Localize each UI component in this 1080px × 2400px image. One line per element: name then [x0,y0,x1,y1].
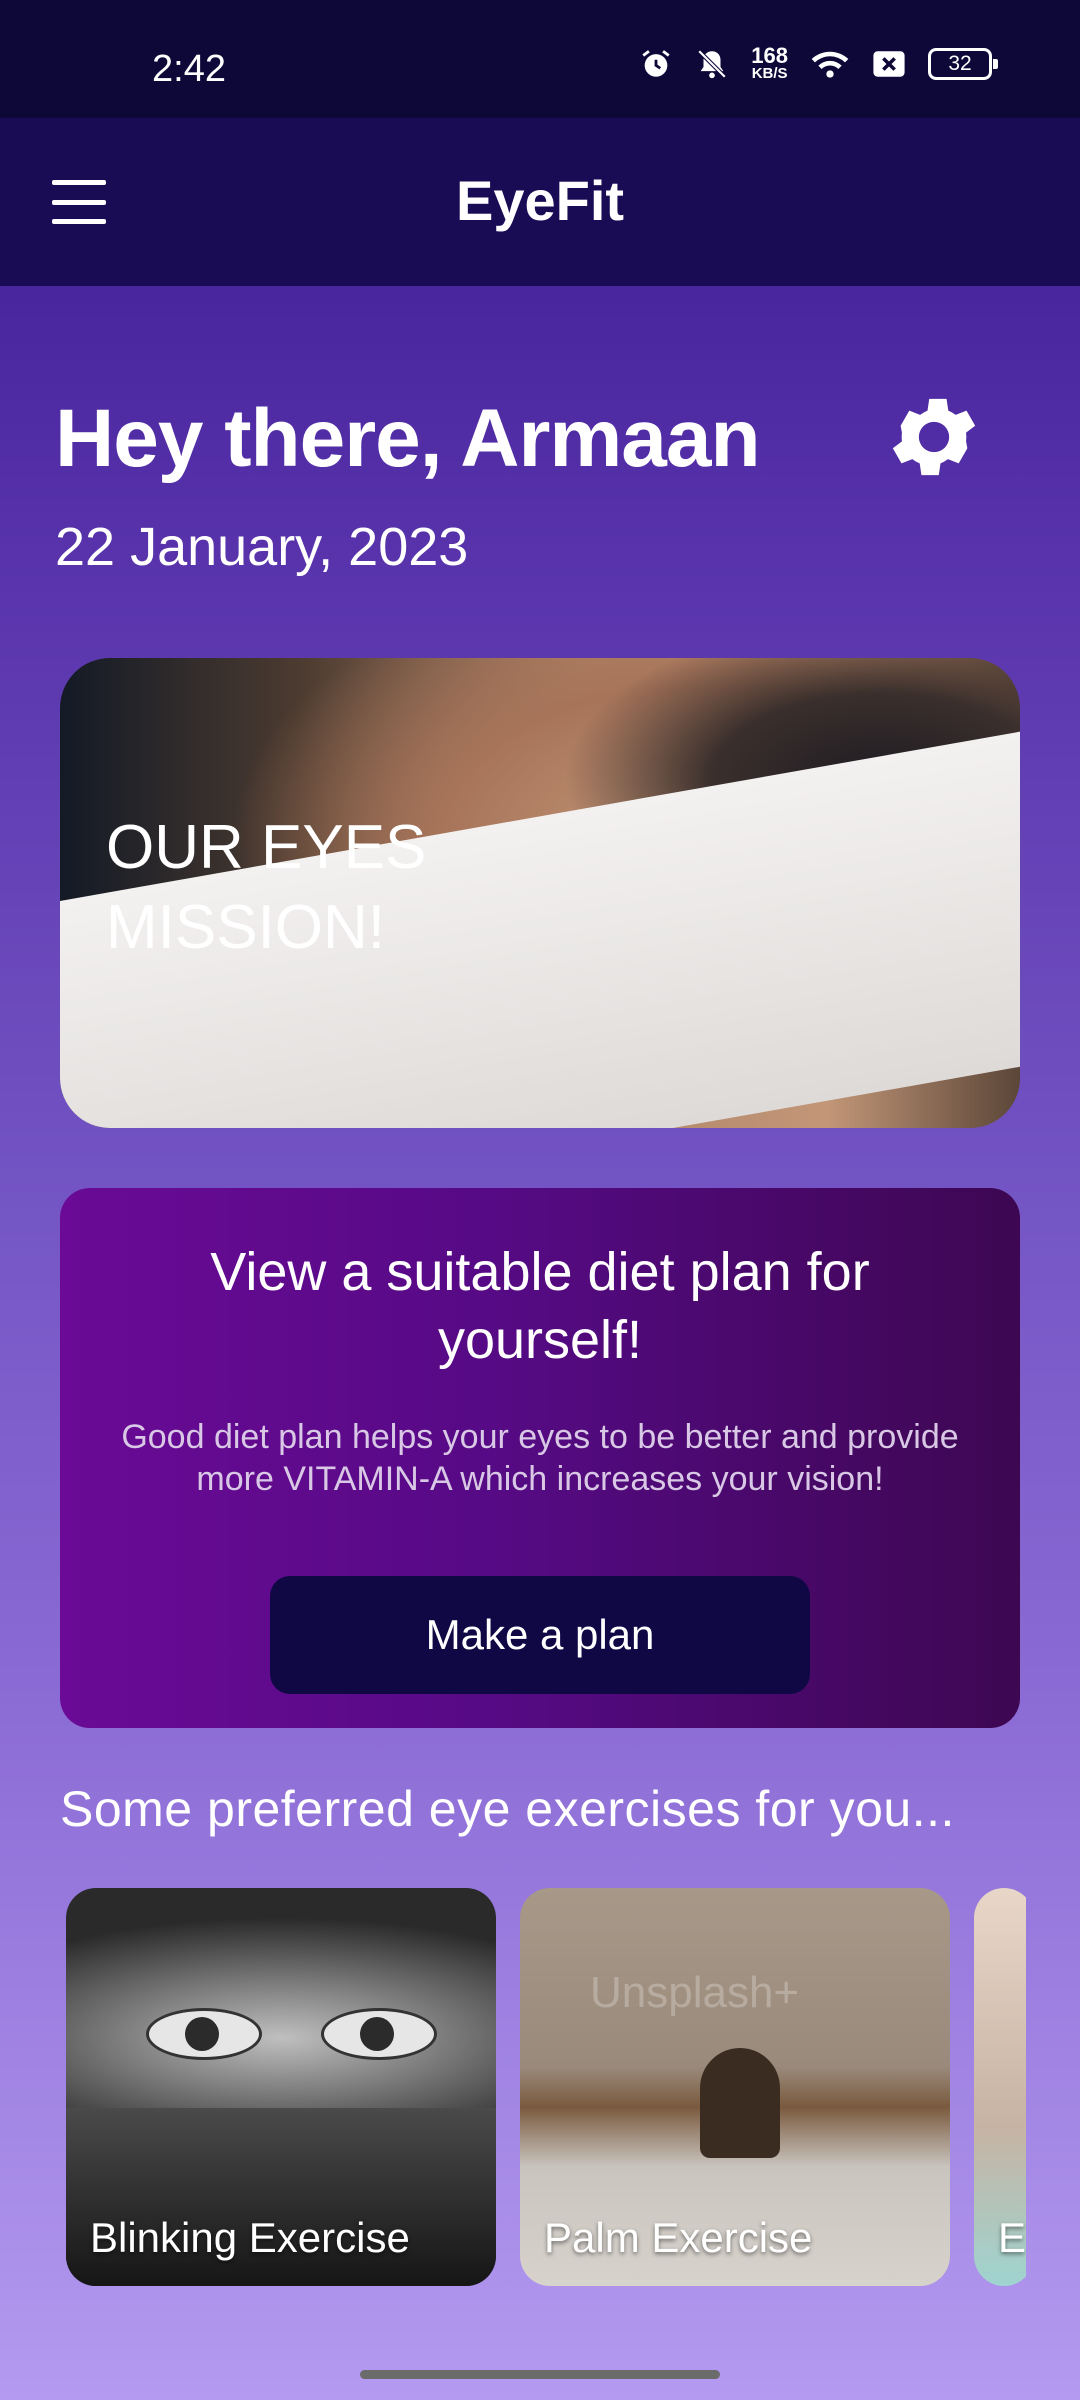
status-time: 2:42 [152,48,226,90]
net-speed-unit: KB/S [751,65,788,82]
person-decoration [700,2048,780,2158]
exercise-carousel[interactable]: Blinking Exercise Unsplash+ Palm Exercis… [66,1888,1026,2288]
eye-decoration [321,2008,437,2060]
exercise-card-blinking[interactable]: Blinking Exercise [66,1888,496,2286]
mute-icon [695,47,729,81]
eyefit-home-screen: 2:42 168 KB/S 32 EyeFit Hey there, Armaa… [0,0,1080,2400]
alarm-icon [639,47,673,81]
exercise-card-label: Palm Exercise [544,2214,813,2261]
net-speed: 168 KB/S [751,43,788,82]
unsplash-watermark: Unsplash+ [590,1968,800,2017]
exercise-card-label: Blinking Exercise [90,2214,410,2261]
battery-level: 32 [948,52,972,75]
app-title: EyeFit [455,169,625,232]
status-icons: 168 KB/S 32 [639,43,998,82]
exercise-card-partial[interactable]: E [974,1888,1026,2286]
banner-title: OUR EYES MISSION! [106,808,426,968]
status-bar: 2:42 168 KB/S 32 [0,0,1080,118]
wifi-icon [810,47,850,81]
eyes-mission-banner[interactable]: OUR EYES MISSION! [60,658,1020,1128]
exercises-section-title: Some preferred eye exercises for you... [60,1781,955,1837]
eye-decoration [146,2008,262,2060]
exercise-card-palm[interactable]: Unsplash+ Palm Exercise [520,1888,950,2286]
battery-icon: 32 [928,48,998,80]
home-indicator[interactable] [360,2370,720,2379]
app-bar: EyeFit [0,118,1080,286]
exercise-card-label: E [998,2214,1026,2261]
gear-icon[interactable] [882,385,986,489]
diet-plan-card: View a suitable diet plan for yourself! … [60,1188,1020,1728]
net-speed-value: 168 [751,43,788,68]
make-plan-button[interactable]: Make a plan [270,1576,810,1694]
banner-title-line1: OUR EYES [106,813,427,882]
sim-x-icon [872,49,906,79]
date-text: 22 January, 2023 [55,517,469,577]
greeting-text: Hey there, Armaan [55,393,761,484]
diet-card-title: View a suitable diet plan for yourself! [210,1242,870,1370]
banner-title-line2: MISSION! [106,893,386,962]
diet-card-description: Good diet plan helps your eyes to be bet… [121,1418,959,1498]
